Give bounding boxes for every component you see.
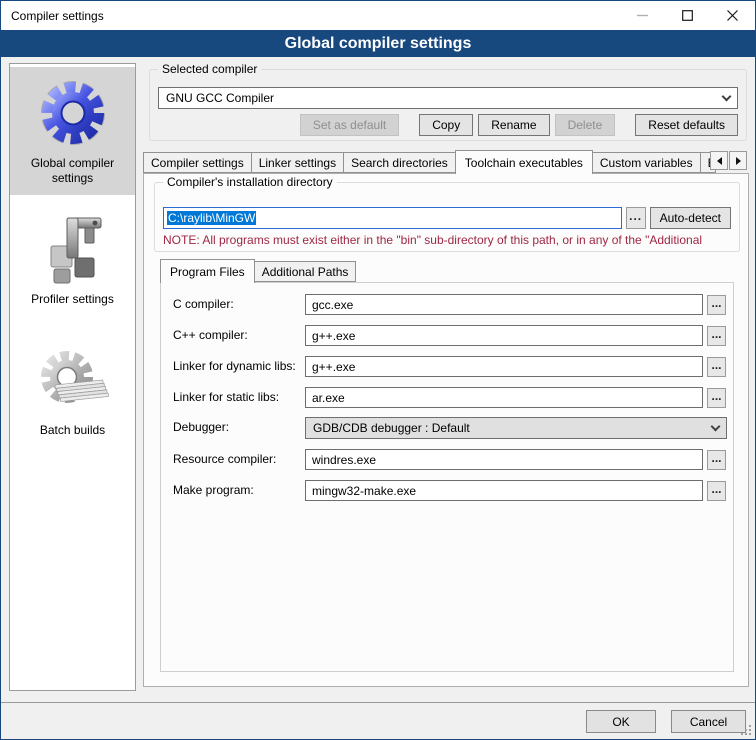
tab-scroll-right-button[interactable] (729, 151, 747, 170)
arrow-right-icon (736, 157, 741, 165)
field-value: gcc.exe (312, 298, 353, 312)
close-icon (727, 10, 738, 21)
sidebar-item-label: Global compiler settings (12, 156, 133, 186)
debugger-dropdown[interactable]: GDB/CDB debugger : Default (305, 417, 727, 439)
sidebar-item-label: Profiler settings (12, 292, 133, 307)
sidebar-item-profiler-settings[interactable]: Profiler settings (10, 199, 135, 316)
maximize-icon (682, 10, 693, 21)
field-row: Linker for dynamic libs: g++.exe ... (173, 356, 725, 377)
sidebar-item-batch-builds[interactable]: Batch builds (10, 338, 135, 447)
ok-button[interactable]: OK (586, 710, 656, 733)
make-program-input[interactable]: mingw32-make.exe (305, 480, 703, 501)
cancel-button[interactable]: Cancel (671, 710, 746, 733)
resize-grip[interactable] (739, 723, 751, 735)
bin-subdirectory-note: NOTE: All programs must exist either in … (163, 233, 737, 247)
browse-directory-button[interactable]: ... (626, 207, 646, 229)
blue-gear-icon (37, 78, 109, 152)
tab-search-directories[interactable]: Search directories (343, 152, 456, 173)
field-row: C++ compiler: g++.exe ... (173, 325, 725, 346)
window-controls (620, 1, 755, 30)
sidebar-item-global-compiler-settings[interactable]: Global compiler settings (10, 67, 135, 195)
c-compiler-input[interactable]: gcc.exe (305, 294, 703, 315)
resource-compiler-browse-button[interactable]: ... (707, 450, 726, 470)
field-row: Linker for static libs: ar.exe ... (173, 387, 725, 408)
minimize-button[interactable] (620, 1, 665, 30)
field-row: C compiler: gcc.exe ... (173, 294, 725, 315)
compiler-tab-strip: Compiler settings Linker settings Search… (143, 150, 749, 174)
cpp-compiler-browse-button[interactable]: ... (707, 326, 726, 346)
set-as-default-button: Set as default (300, 114, 399, 136)
make-program-browse-button[interactable]: ... (707, 481, 726, 501)
close-button[interactable] (710, 1, 755, 30)
reset-defaults-button[interactable]: Reset defaults (635, 114, 738, 136)
toolchain-executables-page: Compiler's installation directory C:\ray… (143, 173, 749, 687)
main-panel: Selected compiler GNU GCC Compiler Set a… (143, 61, 749, 691)
cpp-compiler-label: C++ compiler: (173, 328, 248, 342)
sidebar-item-label: Batch builds (12, 423, 133, 438)
static-linker-label: Linker for static libs: (173, 390, 279, 404)
cpp-compiler-input[interactable]: g++.exe (305, 325, 703, 346)
field-value: ar.exe (312, 391, 345, 405)
tab-custom-variables[interactable]: Custom variables (592, 152, 701, 173)
field-value: g++.exe (312, 329, 355, 343)
debugger-label: Debugger: (173, 420, 229, 434)
field-row: Debugger: GDB/CDB debugger : Default (173, 417, 725, 438)
settings-category-list: Global compiler settings Profiler settin… (9, 63, 136, 691)
selected-text: C:\raylib\MinGW (167, 211, 256, 225)
compiler-settings-dialog: Compiler settings Global compiler settin… (0, 0, 756, 740)
window-title: Compiler settings (1, 9, 104, 23)
debugger-value: GDB/CDB debugger : Default (313, 421, 470, 435)
selected-compiler-dropdown[interactable]: GNU GCC Compiler (158, 87, 738, 109)
static-linker-browse-button[interactable]: ... (707, 388, 726, 408)
field-row: Resource compiler: windres.exe ... (173, 449, 725, 470)
selected-compiler-group: Selected compiler GNU GCC Compiler Set a… (149, 69, 747, 141)
chevron-down-icon (722, 91, 732, 101)
page-title: Global compiler settings (285, 35, 472, 53)
copy-button[interactable]: Copy (419, 114, 473, 136)
profiler-caliper-icon (37, 210, 109, 288)
delete-button: Delete (555, 114, 616, 136)
selected-compiler-value: GNU GCC Compiler (166, 91, 274, 105)
installation-directory-row: C:\raylib\MinGW ... Auto-detect (163, 207, 731, 229)
tab-linker-settings[interactable]: Linker settings (251, 152, 344, 173)
chevron-down-icon (711, 421, 721, 431)
tab-scroll-left-button[interactable] (710, 151, 728, 170)
maximize-button[interactable] (665, 1, 710, 30)
c-compiler-label: C compiler: (173, 297, 234, 311)
group-label: Selected compiler (158, 62, 261, 76)
tab-scroll-buttons (710, 151, 747, 170)
field-value: mingw32-make.exe (312, 484, 416, 498)
dynamic-linker-label: Linker for dynamic libs: (173, 359, 296, 373)
tab-compiler-settings[interactable]: Compiler settings (143, 152, 252, 173)
field-value: windres.exe (312, 453, 376, 467)
program-tab-strip: Program Files Additional Paths (160, 259, 355, 283)
tab-program-files[interactable]: Program Files (160, 259, 255, 283)
dynamic-linker-browse-button[interactable]: ... (707, 357, 726, 377)
dynamic-linker-input[interactable]: g++.exe (305, 356, 703, 377)
tab-toolchain-executables[interactable]: Toolchain executables (455, 150, 593, 174)
static-linker-input[interactable]: ar.exe (305, 387, 703, 408)
installation-directory-group: Compiler's installation directory C:\ray… (154, 182, 740, 252)
resource-compiler-input[interactable]: windres.exe (305, 449, 703, 470)
title-bar: Compiler settings (1, 1, 755, 30)
program-files-panel: C compiler: gcc.exe ... C++ compiler: g+… (160, 282, 734, 672)
c-compiler-browse-button[interactable]: ... (707, 295, 726, 315)
group-label: Compiler's installation directory (163, 175, 337, 189)
installation-directory-input[interactable]: C:\raylib\MinGW (163, 207, 622, 229)
field-row: Make program: mingw32-make.exe ... (173, 480, 725, 501)
minimize-icon (637, 10, 648, 21)
auto-detect-button[interactable]: Auto-detect (650, 207, 731, 229)
dialog-header: Global compiler settings (1, 30, 755, 57)
rename-button[interactable]: Rename (478, 114, 549, 136)
resource-compiler-label: Resource compiler: (173, 452, 276, 466)
make-program-label: Make program: (173, 483, 254, 497)
arrow-left-icon (717, 157, 722, 165)
compiler-actions: Set as default Copy Rename Delete Reset … (300, 114, 738, 136)
batch-builds-icon (37, 349, 109, 419)
footer-separator (1, 702, 756, 703)
field-value: g++.exe (312, 360, 355, 374)
tab-additional-paths[interactable]: Additional Paths (254, 261, 357, 282)
